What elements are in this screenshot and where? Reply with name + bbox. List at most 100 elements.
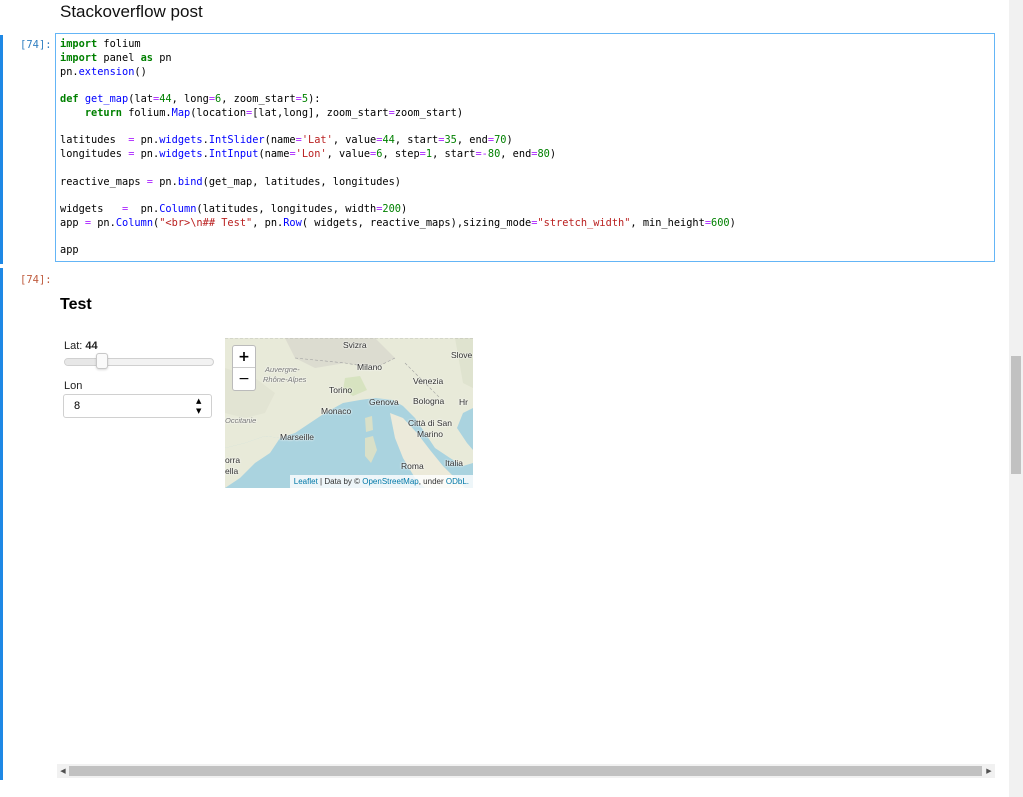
code-token: Map xyxy=(171,106,191,119)
code-token: 70 xyxy=(494,134,507,147)
code-line: import panel as pn xyxy=(60,52,990,66)
code-token: 80 xyxy=(487,148,501,160)
spin-up-icon[interactable]: ▲ xyxy=(196,397,201,405)
zoom-in-button[interactable]: + xyxy=(233,346,255,368)
code-token: , min_height xyxy=(630,216,705,229)
code-token: def xyxy=(60,93,79,105)
code-token: zoom_start) xyxy=(394,106,464,119)
code-token: 80 xyxy=(537,148,550,160)
map-place-label: Milano xyxy=(357,362,383,372)
map-place-label: orra xyxy=(225,455,241,465)
code-token: (latitudes, longitudes, width xyxy=(196,203,377,215)
code-token: pn. xyxy=(134,134,160,147)
code-token: import xyxy=(60,51,98,64)
odbl-link[interactable]: ODbL. xyxy=(446,477,469,486)
leaflet-map[interactable]: + − Svizra Slove Milano Auvergne- Rhône-Alpe… xyxy=(225,338,473,488)
code-line: pn.extension() xyxy=(60,66,990,80)
code-token: IntInput xyxy=(208,148,259,160)
code-token: , value xyxy=(332,134,377,147)
input-prompt: [74]: xyxy=(20,39,52,51)
code-line: return folium.Map(location=[lat,long], z… xyxy=(60,107,990,121)
attribution-under: , under xyxy=(418,477,446,486)
code-token: folium. xyxy=(122,106,172,119)
scroll-right-icon[interactable]: ▶ xyxy=(983,764,995,778)
code-token: pn xyxy=(60,65,73,78)
vertical-scroll-thumb[interactable] xyxy=(1011,356,1021,474)
code-token: pn. xyxy=(91,216,116,229)
map-place-label: Genova xyxy=(369,397,399,407)
lat-slider-handle[interactable] xyxy=(96,353,108,369)
code-token: 600 xyxy=(711,216,730,229)
code-token: reactive_maps xyxy=(60,175,147,188)
code-token: , step xyxy=(382,148,420,160)
code-token: 'Lat' xyxy=(301,134,333,147)
map-place-label: Auvergne- xyxy=(265,365,300,374)
code-token: pn. xyxy=(128,203,160,215)
code-token: longitudes xyxy=(60,148,129,160)
lon-input[interactable]: 8 xyxy=(63,394,212,418)
map-place-label: Marseille xyxy=(280,432,315,442)
map-place-label: Bologna xyxy=(413,396,445,406)
code-token: , start xyxy=(432,148,476,160)
input-cell-collapser[interactable] xyxy=(0,35,3,264)
code-token: (name xyxy=(258,148,290,160)
code-token: pn xyxy=(153,51,172,64)
code-token: ): xyxy=(308,93,321,105)
code-token: panel xyxy=(97,51,141,64)
code-token: (location xyxy=(190,106,247,119)
code-token: (name xyxy=(264,134,296,147)
code-token: 44 xyxy=(159,93,172,105)
code-token: 'Lon' xyxy=(295,148,327,160)
map-place-label: Slove xyxy=(451,350,473,360)
code-token: Column xyxy=(115,216,154,229)
osm-link[interactable]: OpenStreetMap xyxy=(362,477,418,486)
spin-down-icon[interactable]: ▼ xyxy=(196,407,201,415)
code-token: [lat,long], zoom_start xyxy=(252,106,389,119)
code-line: longitudes = pn.widgets.IntInput(name='L… xyxy=(60,148,990,162)
code-token: as xyxy=(140,51,154,64)
code-line: app = pn.Column("<br>\n## Test", pn.Row(… xyxy=(60,217,990,231)
code-token: "stretch_width" xyxy=(537,216,631,229)
map-place-label: Città di San xyxy=(408,418,452,428)
output-title: Test xyxy=(60,296,92,313)
code-token: Column xyxy=(159,203,197,215)
code-token: widgets xyxy=(159,134,203,147)
horizontal-scrollbar[interactable]: ◀ ▶ xyxy=(57,764,995,778)
map-place-label: Marino xyxy=(417,429,443,439)
horizontal-scroll-thumb[interactable] xyxy=(69,766,982,776)
map-place-label: Italia xyxy=(445,458,463,468)
map-place-label: Monaco xyxy=(321,406,352,416)
lat-slider-label: Lat: 44 xyxy=(64,340,98,352)
code-token: "<br>\n## Test" xyxy=(159,216,253,229)
code-token: , end xyxy=(456,134,488,147)
code-token: ) xyxy=(506,134,513,147)
lon-label: Lon xyxy=(64,380,83,392)
scroll-left-icon[interactable]: ◀ xyxy=(57,764,69,778)
vertical-scrollbar[interactable] xyxy=(1009,0,1023,797)
code-line: latitudes = pn.widgets.IntSlider(name='L… xyxy=(60,134,990,148)
leaflet-link[interactable]: Leaflet xyxy=(294,477,318,486)
code-token: , zoom_start xyxy=(221,93,296,105)
code-token: ) xyxy=(729,216,736,229)
output-cell-collapser[interactable] xyxy=(0,268,3,780)
zoom-out-button[interactable]: − xyxy=(233,368,255,390)
output-prompt: [74]: xyxy=(20,274,52,286)
code-token: (lat xyxy=(128,93,154,105)
map-place-label: Occitanie xyxy=(225,416,257,425)
code-token: ) xyxy=(549,148,557,160)
code-line: def get_map(lat=44, long=6, zoom_start=5… xyxy=(60,93,990,107)
code-token: bind xyxy=(177,175,203,188)
code-token: extension xyxy=(78,65,135,78)
code-token: app xyxy=(60,216,85,229)
code-editor[interactable]: import folium import panel as pn pn.extens… xyxy=(55,33,995,262)
code-token: (get_map, latitudes, longitudes) xyxy=(202,175,402,188)
code-line: widgets = pn.Column(latitudes, longitude… xyxy=(60,203,990,217)
lat-slider[interactable] xyxy=(64,358,214,366)
code-token: folium xyxy=(97,38,141,50)
map-place-label: Venezia xyxy=(413,376,444,386)
map-place-label: Torino xyxy=(329,385,353,395)
